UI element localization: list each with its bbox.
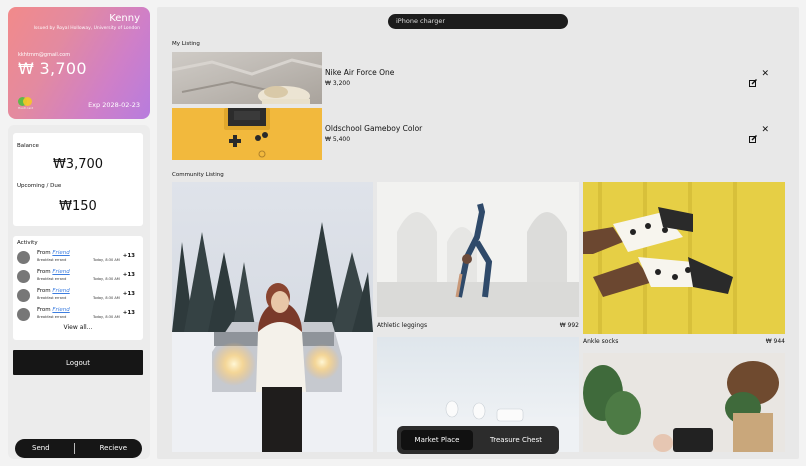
- avatar: [17, 289, 30, 302]
- account-panel: Balance ₩3,700 Upcoming / Due ₩150 Activ…: [8, 125, 150, 459]
- listing-name: Nike Air Force One: [325, 68, 395, 77]
- avatar: [17, 251, 30, 264]
- balance-value: ₩3,700: [52, 157, 104, 172]
- balance-box: Balance ₩3,700 Upcoming / Due ₩150: [13, 133, 143, 226]
- sneaker-image: [172, 52, 322, 104]
- activity-time: Today, 8:30 AM: [93, 315, 120, 319]
- activity-amount: +13: [122, 272, 135, 278]
- card-issuer: Issued by Royal Holloway, University of …: [33, 26, 140, 31]
- activity-amount: +13: [122, 310, 135, 316]
- gameboy-image: [172, 108, 322, 160]
- community-item-price: ₩ 944: [765, 338, 785, 345]
- friend-link[interactable]: Friend: [52, 307, 69, 313]
- send-button[interactable]: Send: [32, 444, 50, 452]
- my-listing-item[interactable]: Oldschool Gameboy Color ₩ 5,400 ✕: [172, 108, 784, 160]
- upcoming-value: ₩150: [59, 199, 97, 214]
- divider: [74, 443, 75, 454]
- community-item-image[interactable]: [172, 182, 373, 452]
- card-email: kkhtrnm@gmail.com: [18, 52, 71, 58]
- avatar: [17, 308, 30, 321]
- edit-icon[interactable]: [749, 72, 757, 87]
- community-item-image[interactable]: [583, 353, 785, 452]
- upcoming-label: Upcoming / Due: [17, 183, 62, 189]
- friend-link[interactable]: Friend: [52, 250, 69, 256]
- card-logo: Hustl card: [18, 96, 38, 110]
- receive-button[interactable]: Recieve: [100, 444, 127, 452]
- card-amount: ₩ 3,700: [18, 59, 87, 78]
- bottom-nav: Market Place Treasure Chest: [397, 426, 559, 454]
- activity-desc: Breakfast errand: [37, 258, 67, 262]
- view-all-link[interactable]: View all...: [13, 324, 143, 331]
- activity-item[interactable]: From Friend Breakfast errand Today, 8:30…: [17, 307, 139, 323]
- community-item-image[interactable]: [377, 182, 579, 317]
- activity-time: Today, 8:30 AM: [93, 277, 120, 281]
- activity-item[interactable]: From Friend Breakfast errand Today, 8:30…: [17, 288, 139, 304]
- friend-link[interactable]: Friend: [52, 269, 69, 275]
- tab-marketplace[interactable]: Market Place: [401, 430, 473, 450]
- activity-from: From Friend: [37, 250, 70, 256]
- community-item-image[interactable]: [583, 182, 785, 334]
- activity-from: From Friend: [37, 269, 70, 275]
- tab-treasure-chest[interactable]: Treasure Chest: [477, 430, 555, 450]
- community-listing-title: Community Listing: [172, 172, 224, 178]
- logout-button[interactable]: Logout: [13, 350, 143, 375]
- activity-desc: Breakfast errand: [37, 296, 67, 300]
- search-input[interactable]: iPhone charger: [388, 14, 568, 29]
- listing-name: Oldschool Gameboy Color: [325, 124, 423, 133]
- community-item-caption: Athletic leggings: [377, 322, 428, 329]
- activity-amount: +13: [122, 253, 135, 259]
- edit-icon[interactable]: [749, 128, 757, 143]
- send-receive-bar: Send Recieve: [15, 439, 142, 458]
- left-column: Kenny Issued by Royal Holloway, Universi…: [8, 7, 150, 459]
- activity-desc: Breakfast errand: [37, 315, 67, 319]
- friend-link[interactable]: Friend: [52, 288, 69, 294]
- activity-desc: Breakfast errand: [37, 277, 67, 281]
- card-holder-name: Kenny: [109, 13, 140, 24]
- close-icon[interactable]: ✕: [761, 69, 769, 79]
- my-listing-item[interactable]: Nike Air Force One ₩ 3,200 ✕: [172, 52, 784, 104]
- community-item-price: ₩ 992: [559, 322, 579, 329]
- community-item-caption: Ankle socks: [583, 338, 619, 345]
- card-expiry: Exp 2028-02-23: [88, 101, 140, 109]
- main-content: iPhone charger My Listing Nike Air Force…: [157, 7, 799, 459]
- activity-time: Today, 8:30 AM: [93, 258, 120, 262]
- wallet-card: Kenny Issued by Royal Holloway, Universi…: [8, 7, 150, 119]
- listing-price: ₩ 5,400: [325, 136, 351, 143]
- card-logo-text: Hustl card: [18, 106, 34, 110]
- activity-item[interactable]: From Friend Breakfast errand Today, 8:30…: [17, 269, 139, 285]
- my-listing-title: My Listing: [172, 41, 200, 47]
- activity-title: Activity: [17, 240, 38, 246]
- balance-label: Balance: [17, 143, 39, 149]
- activity-amount: +13: [122, 291, 135, 297]
- activity-from: From Friend: [37, 288, 70, 294]
- activity-box: Activity From Friend Breakfast errand To…: [13, 236, 143, 340]
- avatar: [17, 270, 30, 283]
- activity-item[interactable]: From Friend Breakfast errand Today, 8:30…: [17, 250, 139, 266]
- close-icon[interactable]: ✕: [761, 125, 769, 135]
- activity-time: Today, 8:30 AM: [93, 296, 120, 300]
- listing-price: ₩ 3,200: [325, 80, 351, 87]
- activity-from: From Friend: [37, 307, 70, 313]
